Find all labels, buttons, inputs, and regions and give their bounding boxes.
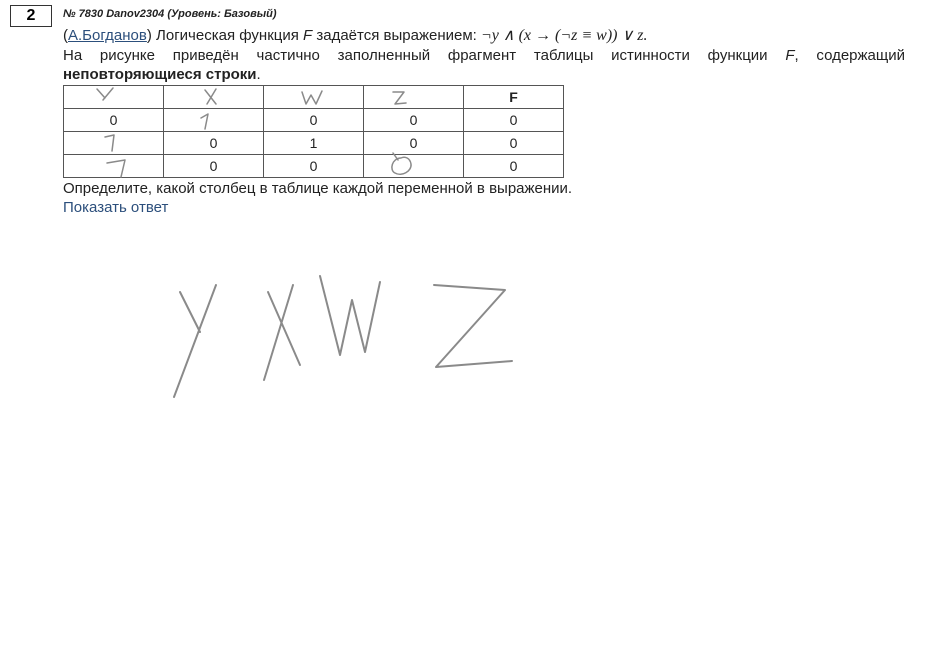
table-cell: 0	[363, 131, 464, 155]
table-cell: 0	[263, 154, 364, 178]
function-name: F	[303, 27, 313, 44]
problem-number: 2	[10, 5, 52, 27]
problem-intro-line: (А.Богданов) Логическая функция F задаёт…	[63, 25, 647, 45]
author-link[interactable]: А.Богданов	[68, 27, 147, 44]
table-header-row: F	[63, 85, 564, 109]
table-row: 0 1 0 0	[63, 131, 564, 155]
header-cell-3	[263, 85, 364, 109]
table-cell: 1	[263, 131, 364, 155]
problem-description-line: На рисунке приведён частично заполненный…	[63, 47, 905, 64]
handwritten-answer-w	[319, 275, 381, 356]
intro-text-end: задаётся выражением:	[312, 27, 481, 44]
description-text: На рисунке приведён частично заполненный…	[63, 47, 786, 64]
table-cell: 0	[463, 131, 564, 155]
table-cell	[363, 154, 464, 178]
question-text: Определите, какой столбец в таблице кажд…	[63, 180, 573, 197]
description-text-end: , содержащий	[794, 47, 905, 64]
truth-table: F 0 0 0 0 0 1 0 0 0 0 0	[63, 85, 564, 178]
header-cell-1	[63, 85, 164, 109]
bold-phrase: неповторяющиеся строки	[63, 66, 257, 83]
table-cell: 0	[263, 108, 364, 132]
problem-description-line-2: неповторяющиеся строки.	[63, 66, 261, 83]
period: .	[256, 66, 261, 83]
handwritten-answer-x	[263, 284, 301, 381]
header-cell-2	[163, 85, 264, 109]
table-row: 0 0 0	[63, 154, 564, 178]
show-answer-link[interactable]: Показать ответ	[63, 199, 168, 216]
header-cell-4	[363, 85, 464, 109]
table-row: 0 0 0 0	[63, 108, 564, 132]
table-cell: 0	[163, 154, 264, 178]
table-cell	[163, 108, 264, 132]
table-cell: 0	[463, 108, 564, 132]
table-cell: 0	[163, 131, 264, 155]
table-cell	[63, 154, 164, 178]
handwritten-answer-z	[433, 284, 513, 368]
table-cell: 0	[63, 108, 164, 132]
handwritten-answer-y	[173, 284, 217, 398]
logic-expression: ¬y ∧ (x → (¬z ≡ w)) ∨ z.	[480, 27, 648, 44]
problem-meta: № 7830 Danov2304 (Уровень: Базовый)	[63, 8, 277, 20]
table-cell	[63, 131, 164, 155]
intro-text: ) Логическая функция	[146, 27, 304, 44]
table-cell: 0	[363, 108, 464, 132]
table-cell: 0	[463, 154, 564, 178]
header-cell-f: F	[463, 85, 564, 109]
